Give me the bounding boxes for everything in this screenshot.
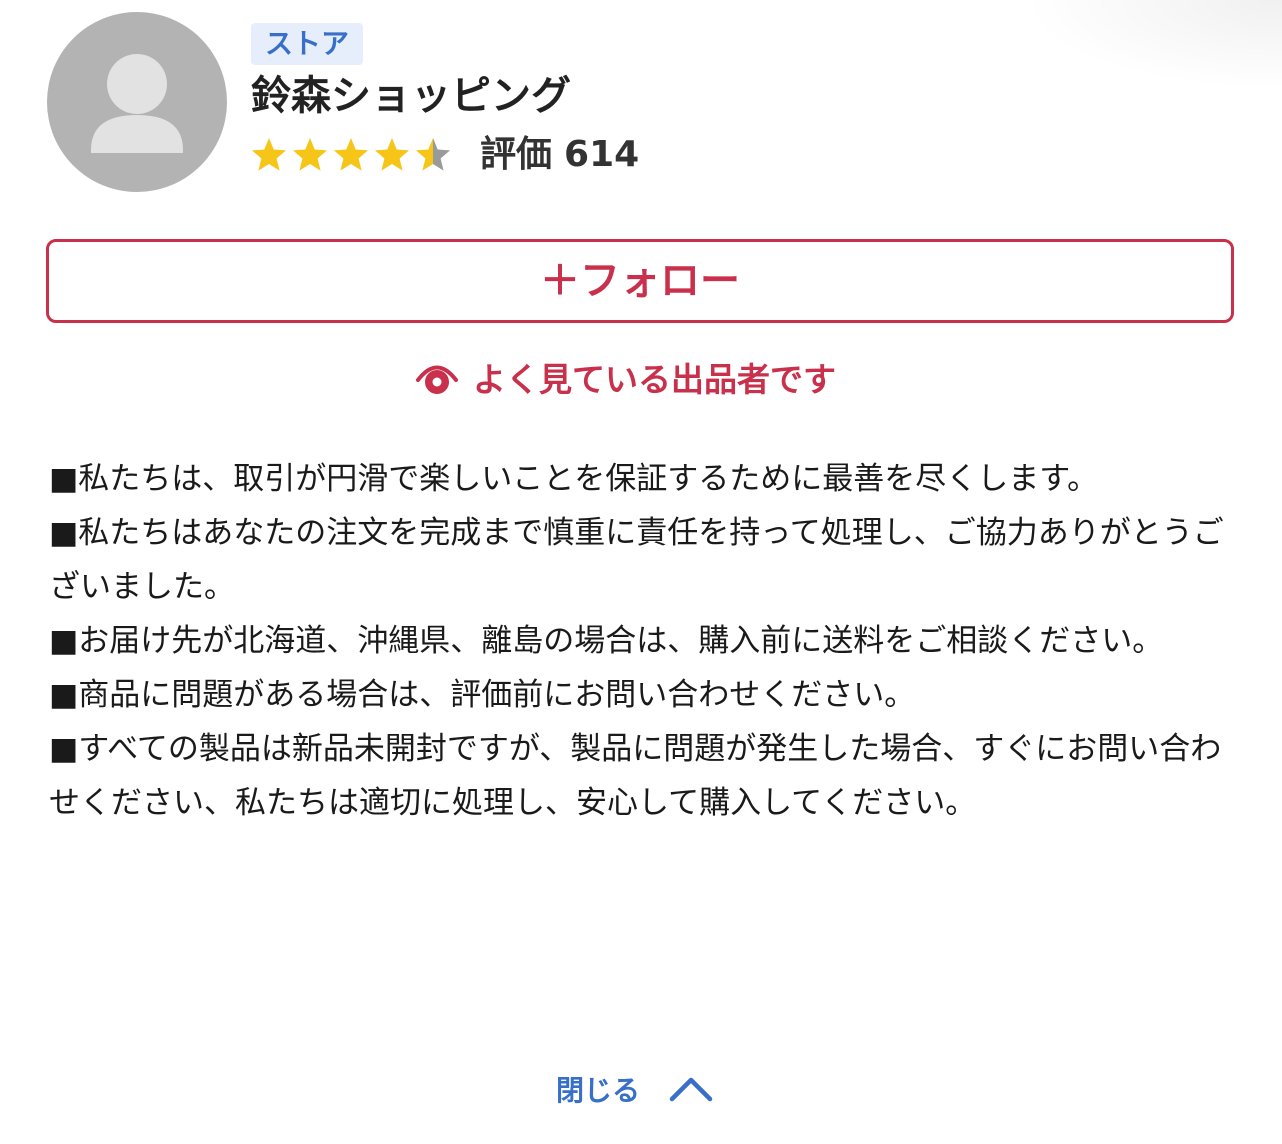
eye-icon [416, 365, 458, 394]
follow-button[interactable]: ＋フォロー [46, 239, 1234, 323]
watch-note: よく見ている出品者です [415, 352, 836, 402]
half-star-icon [416, 138, 450, 171]
rating-count: 614 [564, 134, 640, 175]
description-line: ■私たちは、取引が円滑で楽しいことを保証するために最善を尽くします。 [49, 461, 1099, 497]
watch-note-text: よく見ている出品者です [473, 360, 836, 399]
rating-stars[interactable] [251, 134, 461, 178]
description-line: ■お届け先が北海道、沖縄県、離島の場合は、購入前に送料をご相談ください。 [49, 623, 1164, 659]
rating-label: 評価 [480, 134, 553, 175]
star-icon [293, 138, 327, 171]
person-placeholder-icon [91, 54, 183, 153]
star-icon [252, 138, 286, 171]
seller-avatar[interactable] [47, 12, 227, 192]
rating-count-link[interactable]: 評価 614 [480, 130, 639, 180]
close-label: 閉じる [556, 1074, 641, 1107]
description-line: ■商品に問題がある場合は、評価前にお問い合わせください。 [49, 677, 916, 713]
shop-name[interactable]: 鈴森ショッピング [251, 68, 571, 124]
star-icon [334, 138, 368, 171]
top-shadow [1022, 0, 1282, 90]
close-button[interactable]: 閉じる [556, 1062, 714, 1116]
star-icon [375, 138, 409, 171]
seller-description: ■私たちは、取引が円滑で楽しいことを保証するために最善を尽くします。 ■私たちは… [49, 452, 1249, 830]
store-badge: ストア [251, 23, 363, 65]
description-line: ■私たちはあなたの注文を完成まで慎重に責任を持って処理し、ご協力ありがとうござい… [49, 515, 1224, 605]
description-line: ■すべての製品は新品未開封ですが、製品に問題が発生した場合、すぐにお問い合わせく… [49, 731, 1222, 821]
chevron-up-icon [669, 1077, 713, 1102]
